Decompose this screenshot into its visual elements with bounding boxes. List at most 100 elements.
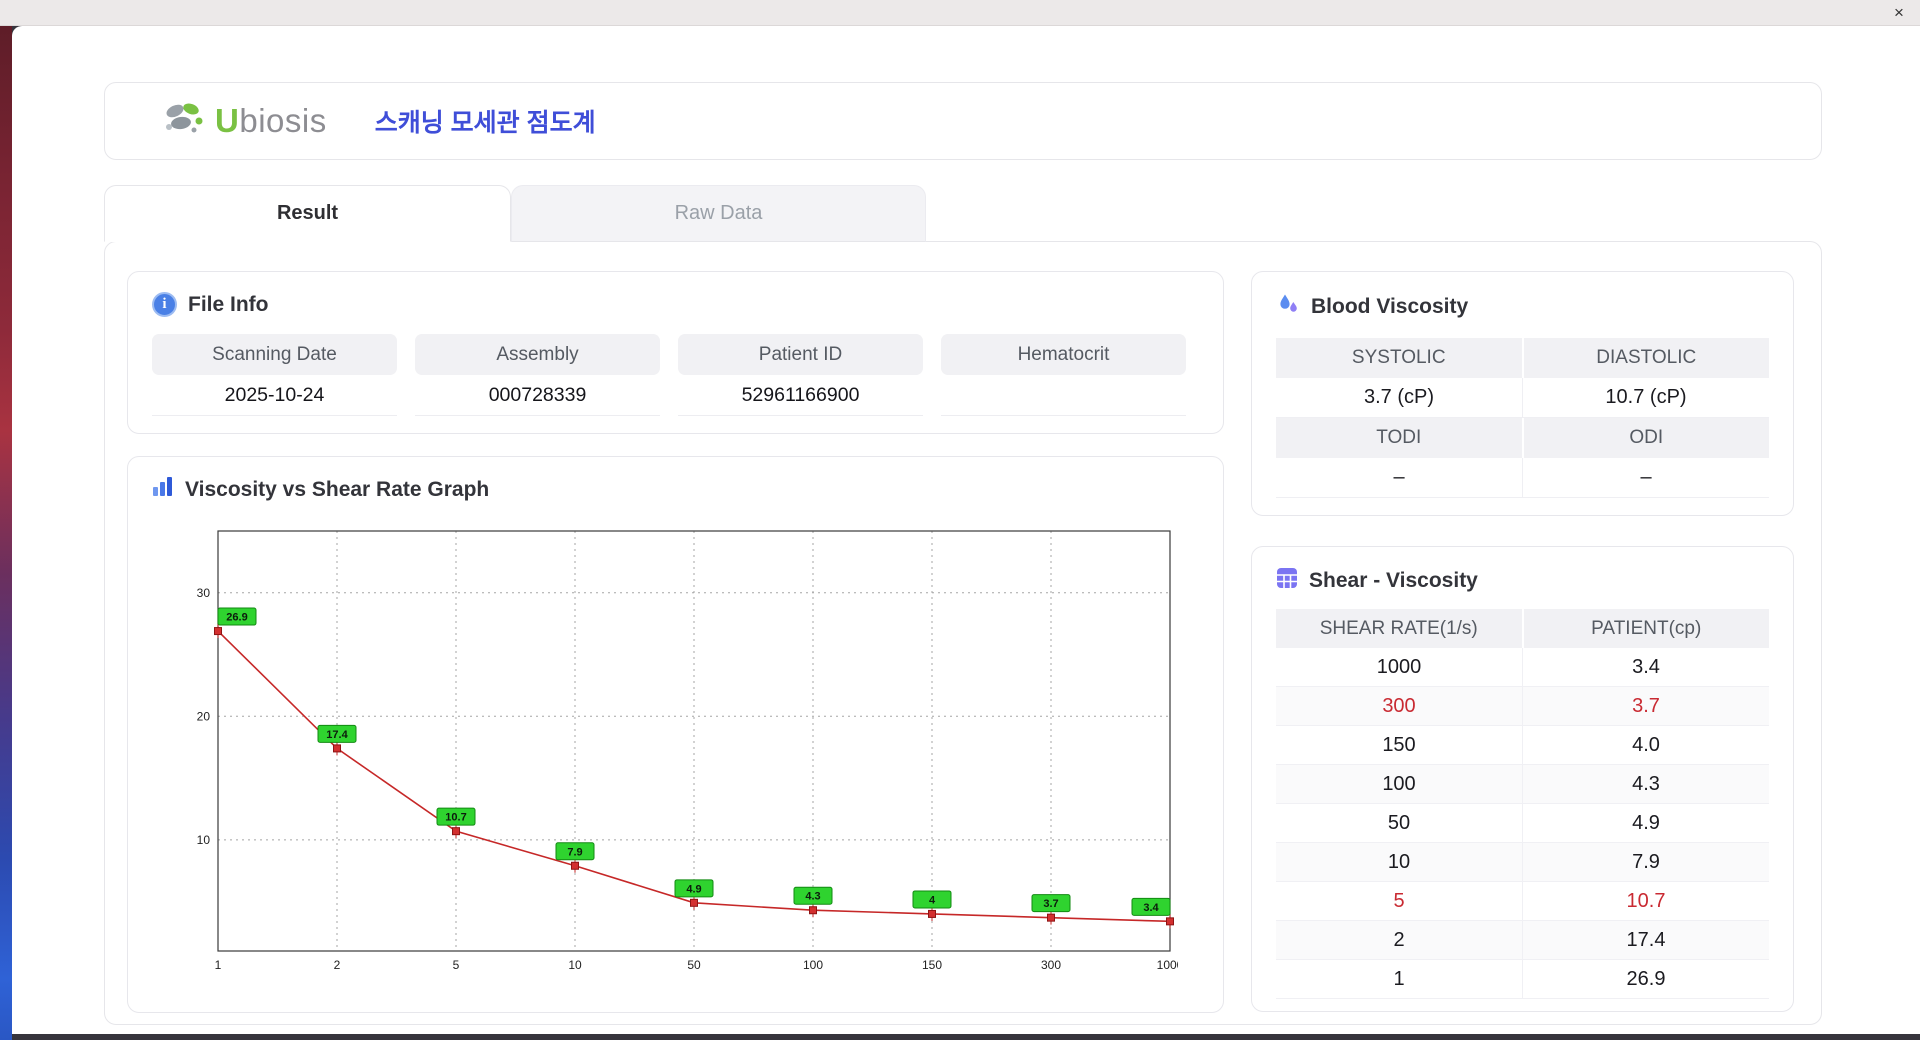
svg-text:3.7: 3.7	[1043, 898, 1058, 910]
viscosity-chart: 10 20 30 26.9 17.4 10.7 7.9 4.9 4.3 4 3.7 3.4 1 2 5 10 5…	[197, 530, 1184, 972]
shear-rate-cell: 150	[1276, 726, 1523, 764]
shear-table-row: 150 4.0	[1276, 726, 1769, 765]
field-label: Hematocrit	[941, 334, 1186, 375]
svg-text:5: 5	[453, 958, 460, 972]
bv-header-row: TODI ODI	[1276, 418, 1769, 458]
shear-rate-cell: 50	[1276, 804, 1523, 842]
shear-table: SHEAR RATE(1/s) PATIENT(cp) 1000 3.4 300 3.…	[1276, 609, 1769, 999]
patient-cp-cell: 26.9	[1626, 967, 1666, 990]
svg-text:300: 300	[1041, 958, 1061, 972]
patient-cp-cell: 4.3	[1632, 772, 1660, 795]
droplet-icon	[1276, 292, 1300, 322]
patient-cp-cell: 3.7	[1632, 694, 1660, 717]
chart-area: 10 20 30 26.9 17.4 10.7 7.9 4.9 4.3 4 3.7 3.4 1 2 5 10 5…	[178, 517, 1199, 994]
svg-text:10: 10	[568, 958, 582, 972]
svg-text:1000: 1000	[1157, 958, 1178, 972]
tab-bar: Result Raw Data	[104, 185, 1920, 242]
field-value: 000728339	[415, 375, 660, 416]
svg-text:1: 1	[215, 958, 222, 972]
desktop-background-strip	[0, 26, 12, 1040]
bv-value-row: 3.7 (cP) 10.7 (cP)	[1276, 378, 1769, 418]
svg-text:20: 20	[197, 709, 211, 723]
svg-text:4: 4	[929, 894, 936, 906]
svg-text:100: 100	[803, 958, 823, 972]
shear-rate-cell: 300	[1276, 687, 1523, 725]
svg-text:30: 30	[197, 586, 211, 600]
ubiosis-logo-icon	[161, 99, 207, 144]
svg-text:17.4: 17.4	[326, 729, 348, 741]
result-panel: i File Info Scanning Date 2025-10-24 Assem…	[104, 241, 1822, 1025]
shear-table-row: 50 4.9	[1276, 804, 1769, 843]
shear-table-row: 5 10.7	[1276, 882, 1769, 921]
blood-viscosity-card: Blood Viscosity SYSTOLIC DIASTOLIC 3.7 (cP…	[1251, 271, 1794, 516]
info-icon: i	[152, 292, 177, 317]
bv-value-cell: 3.7 (cP)	[1276, 378, 1523, 418]
bv-value-row: – –	[1276, 458, 1769, 498]
shear-table-row: 100 4.3	[1276, 765, 1769, 804]
shear-rate-cell: 5	[1276, 882, 1523, 920]
field-value: 52961166900	[678, 375, 923, 416]
bv-value-cell: 10.7 (cP)	[1523, 378, 1769, 418]
shear-rate-cell: 2	[1276, 921, 1523, 959]
patient-cp-cell: 4.0	[1632, 733, 1660, 756]
file-info-field: Scanning Date 2025-10-24	[152, 334, 397, 416]
bv-header-cell: SYSTOLIC	[1276, 338, 1524, 378]
ubiosis-logo: Ubiosis	[161, 99, 327, 144]
svg-text:10: 10	[197, 833, 211, 847]
file-info-field: Assembly 000728339	[415, 334, 660, 416]
viscosity-graph-card: Viscosity vs Shear Rate Graph 10 20 30 26.9…	[127, 456, 1224, 1013]
shear-table-row: 10 7.9	[1276, 843, 1769, 882]
page-title: 스캐닝 모세관 점도계	[374, 109, 596, 137]
graph-title: Viscosity vs Shear Rate Graph	[185, 478, 490, 501]
svg-text:10.7: 10.7	[445, 812, 466, 824]
bar-chart-icon	[152, 477, 174, 503]
field-label: Patient ID	[678, 334, 923, 375]
app-header: Ubiosis 스캐닝 모세관 점도계	[104, 82, 1822, 160]
svg-text:3.4: 3.4	[1143, 902, 1159, 914]
shear-rate-cell: 1	[1276, 960, 1523, 998]
shear-table-header: SHEAR RATE(1/s) PATIENT(cp)	[1276, 609, 1769, 648]
tab-raw-data[interactable]: Raw Data	[511, 185, 926, 242]
patient-cp-cell: 10.7	[1626, 889, 1666, 912]
file-info-title: File Info	[188, 292, 269, 316]
field-label: Assembly	[415, 334, 660, 375]
close-icon[interactable]: ×	[1884, 1, 1914, 25]
shear-viscosity-title: Shear - Viscosity	[1309, 569, 1478, 592]
bv-header-cell: TODI	[1276, 418, 1524, 458]
file-info-card: i File Info Scanning Date 2025-10-24 Assem…	[127, 271, 1224, 434]
shear-table-row: 2 17.4	[1276, 921, 1769, 960]
bv-value-cell: –	[1523, 458, 1769, 498]
shear-table-row: 1000 3.4	[1276, 648, 1769, 687]
svg-text:150: 150	[922, 958, 942, 972]
table-grid-icon	[1276, 567, 1298, 595]
patient-cp-cell: 4.9	[1632, 811, 1660, 834]
shear-table-body: 1000 3.4 300 3.7 150 4.0 100 4.3 50 4.9 10 7.9 5 10.7…	[1276, 648, 1769, 999]
shear-rate-cell: 10	[1276, 843, 1523, 881]
svg-text:7.9: 7.9	[567, 846, 582, 858]
file-info-field: Patient ID 52961166900	[678, 334, 923, 416]
svg-text:26.9: 26.9	[226, 612, 247, 624]
shear-rate-column-header: SHEAR RATE(1/s)	[1276, 609, 1524, 648]
patient-cp-cell: 7.9	[1632, 850, 1660, 873]
shear-table-row: 300 3.7	[1276, 687, 1769, 726]
bv-header-cell: ODI	[1523, 418, 1769, 458]
bv-header-cell: DIASTOLIC	[1523, 338, 1769, 378]
file-info-field: Hematocrit	[941, 334, 1186, 416]
bv-value-cell: –	[1276, 458, 1523, 498]
field-value: 2025-10-24	[152, 375, 397, 416]
app-window: Ubiosis 스캐닝 모세관 점도계 Result Raw Data i Fi…	[12, 26, 1920, 1034]
bv-header-row: SYSTOLIC DIASTOLIC	[1276, 338, 1769, 378]
shear-rate-cell: 100	[1276, 765, 1523, 803]
shear-table-row: 1 26.9	[1276, 960, 1769, 999]
tab-result[interactable]: Result	[104, 185, 511, 242]
shear-viscosity-card: Shear - Viscosity SHEAR RATE(1/s) PATIEN…	[1251, 546, 1794, 1012]
svg-text:4.3: 4.3	[805, 891, 820, 903]
shear-rate-cell: 1000	[1276, 648, 1523, 686]
svg-text:50: 50	[687, 958, 701, 972]
svg-text:2: 2	[334, 958, 341, 972]
patient-cp-cell: 17.4	[1626, 928, 1666, 951]
field-label: Scanning Date	[152, 334, 397, 375]
patient-cp-cell: 3.4	[1632, 655, 1660, 678]
titlebar: ×	[0, 0, 1920, 26]
field-value	[941, 375, 1186, 416]
